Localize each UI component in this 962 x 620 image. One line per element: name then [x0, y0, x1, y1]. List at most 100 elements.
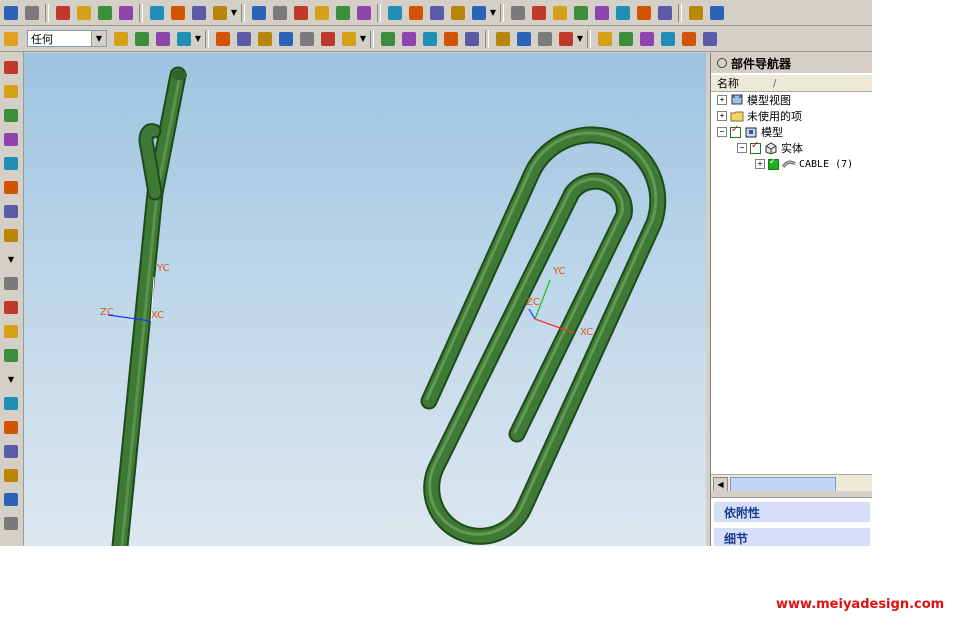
hole-icon[interactable]	[2, 274, 20, 292]
pin-icon[interactable]	[717, 58, 727, 68]
offset-icon[interactable]	[398, 28, 419, 49]
transform-icon[interactable]	[188, 2, 209, 23]
panel-splitter[interactable]	[711, 491, 872, 498]
cable-model-left[interactable]	[111, 66, 187, 546]
drafting-icon[interactable]	[2, 490, 20, 508]
thicken-icon[interactable]	[2, 154, 20, 172]
scroll-left-icon[interactable]: ◀	[713, 477, 728, 492]
flag-icon[interactable]	[685, 2, 706, 23]
analysis-icon[interactable]	[591, 2, 612, 23]
bridge-icon[interactable]	[594, 28, 615, 49]
model-canvas[interactable]: YC ZC XC YC ZC XC	[24, 53, 706, 546]
tree-item-solid[interactable]: − 实体	[737, 140, 803, 156]
fillet-icon[interactable]	[615, 28, 636, 49]
mate-icon[interactable]	[2, 466, 20, 484]
explode-icon[interactable]	[633, 2, 654, 23]
sync-icon[interactable]	[2, 346, 20, 364]
edit-icon[interactable]	[167, 2, 188, 23]
face-analysis-icon[interactable]	[468, 2, 489, 23]
layer-icon[interactable]	[447, 2, 468, 23]
tree-item-model[interactable]: − 模型	[717, 124, 783, 140]
circle-icon[interactable]	[296, 28, 317, 49]
wireframe-icon[interactable]	[426, 2, 447, 23]
arc-icon[interactable]	[233, 28, 254, 49]
zoom-icon[interactable]	[311, 2, 332, 23]
zoom-area-icon[interactable]	[269, 2, 290, 23]
color-fill-icon[interactable]	[2, 178, 20, 196]
trim-icon[interactable]	[461, 28, 482, 49]
expand-icon[interactable]: +	[755, 159, 765, 169]
filter-icon[interactable]	[0, 28, 21, 49]
surface-icon[interactable]	[419, 28, 440, 49]
block-icon[interactable]	[173, 28, 194, 49]
boolean-icon[interactable]	[2, 130, 20, 148]
collapse-icon[interactable]: −	[717, 127, 727, 137]
more-icon-2[interactable]: ▼	[2, 370, 20, 388]
fit-icon[interactable]	[248, 2, 269, 23]
package-icon[interactable]	[706, 2, 727, 23]
rotate-icon[interactable]	[332, 2, 353, 23]
save-icon[interactable]	[0, 2, 21, 23]
snap-point-icon[interactable]	[110, 28, 131, 49]
chevron-down-icon[interactable]: ▼	[576, 34, 584, 43]
render-icon[interactable]	[612, 2, 633, 23]
details-panel-header[interactable]: 细节	[713, 527, 871, 546]
paste-icon[interactable]	[94, 2, 115, 23]
more-icon[interactable]: ▼	[2, 250, 20, 268]
revolve-icon[interactable]	[2, 106, 20, 124]
helix-icon[interactable]	[699, 28, 720, 49]
shaded-view-icon[interactable]	[405, 2, 426, 23]
section-icon[interactable]	[528, 2, 549, 23]
sweep-icon[interactable]	[152, 28, 173, 49]
curve-icon[interactable]	[440, 28, 461, 49]
tree-item-model-views[interactable]: + 模型视图	[717, 92, 791, 108]
chevron-down-icon[interactable]: ▼	[194, 34, 202, 43]
dependencies-panel-header[interactable]: 依附性	[713, 501, 871, 523]
visibility-checkbox[interactable]	[768, 157, 779, 170]
color-icon[interactable]	[570, 2, 591, 23]
component-icon[interactable]	[2, 442, 20, 460]
line-icon[interactable]	[212, 28, 233, 49]
sheet-icon[interactable]	[2, 514, 20, 532]
point-icon[interactable]	[317, 28, 338, 49]
visibility-checkbox[interactable]	[730, 124, 741, 138]
chevron-down-icon[interactable]: ▼	[230, 8, 238, 17]
feature-icon[interactable]	[131, 28, 152, 49]
measure-icon[interactable]	[549, 2, 570, 23]
collapse-icon[interactable]: −	[737, 143, 747, 153]
visibility-checkbox[interactable]	[750, 140, 761, 154]
project-icon[interactable]	[555, 28, 576, 49]
light-icon[interactable]	[654, 2, 675, 23]
expand-icon[interactable]: +	[717, 111, 727, 121]
view-icon[interactable]	[353, 2, 374, 23]
undo-icon[interactable]	[146, 2, 167, 23]
tree-item-cable[interactable]: + CABLE (7)	[755, 156, 853, 172]
expand-icon[interactable]: +	[717, 95, 727, 105]
assembly-icon[interactable]	[2, 418, 20, 436]
graphics-viewport[interactable]: YC ZC XC YC ZC XC	[24, 53, 706, 546]
chamfer-icon[interactable]	[636, 28, 657, 49]
curve-analysis-icon[interactable]	[507, 2, 528, 23]
pan-icon[interactable]	[290, 2, 311, 23]
scrollbar-thumb[interactable]	[730, 477, 836, 492]
extend-icon[interactable]	[492, 28, 513, 49]
column-name-header[interactable]: 名称	[711, 75, 773, 91]
sketch-icon[interactable]	[2, 58, 20, 76]
chevron-down-icon[interactable]: ▼	[359, 34, 367, 43]
copy-icon[interactable]	[73, 2, 94, 23]
tree-item-unused-items[interactable]: + 未使用的项	[717, 108, 802, 124]
chevron-down-icon[interactable]: ▼	[91, 31, 106, 46]
join-icon[interactable]	[513, 28, 534, 49]
datum-icon[interactable]	[377, 28, 398, 49]
delete-icon[interactable]	[115, 2, 136, 23]
tube-icon[interactable]	[2, 226, 20, 244]
edge-blend-icon[interactable]	[2, 202, 20, 220]
print-icon[interactable]	[21, 2, 42, 23]
pattern-icon[interactable]	[2, 298, 20, 316]
corner-icon[interactable]	[657, 28, 678, 49]
selection-filter-dropdown[interactable]: 任何 ▼	[27, 30, 107, 47]
info-icon[interactable]	[209, 2, 230, 23]
extract-icon[interactable]	[534, 28, 555, 49]
cut-icon[interactable]	[52, 2, 73, 23]
plane-icon[interactable]	[338, 28, 359, 49]
